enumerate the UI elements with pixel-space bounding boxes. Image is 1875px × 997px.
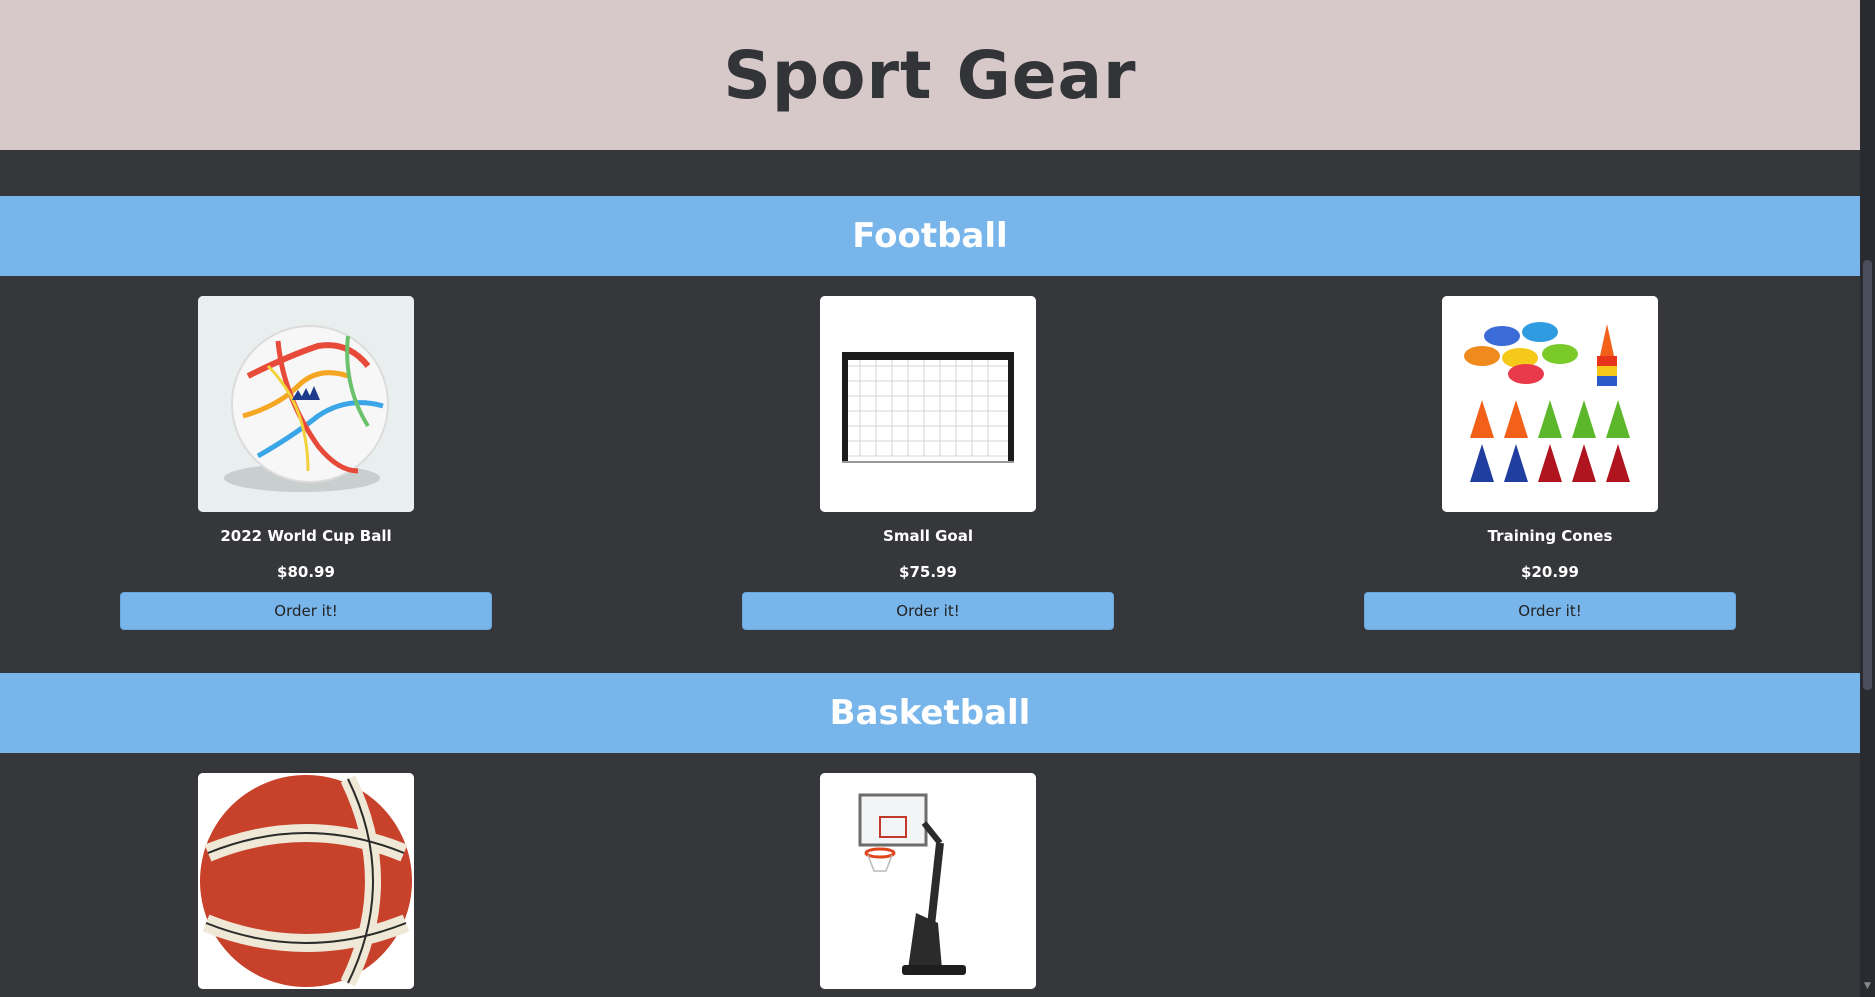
order-button[interactable]: Order it! (120, 592, 492, 630)
product-name: Training Cones (1487, 527, 1613, 545)
product-card: 2022 World Cup Ball $80.99 Order it! (120, 296, 492, 630)
scrollbar-thumb[interactable] (1863, 260, 1872, 690)
section-header-basketball: Basketball (0, 673, 1860, 753)
basketball-hoop-image (820, 773, 1036, 989)
site-title: Sport Gear (723, 36, 1137, 114)
section-title: Football (852, 216, 1008, 256)
basketball-image (198, 773, 414, 989)
page: Sport Gear Football 2022 World Cup Ball (0, 0, 1860, 997)
product-card: Training Cones $20.99 Order it! (1364, 296, 1736, 630)
product-name: 2022 World Cup Ball (220, 527, 392, 545)
cones-image (1442, 296, 1658, 512)
product-price: $20.99 (1521, 563, 1579, 581)
product-card: Small Goal $75.99 Order it! (742, 296, 1114, 630)
section-header-football: Football (0, 196, 1860, 276)
product-name: Small Goal (883, 527, 973, 545)
order-button[interactable]: Order it! (742, 592, 1114, 630)
product-price: $80.99 (277, 563, 335, 581)
section-title: Basketball (829, 693, 1031, 733)
product-card (742, 773, 1114, 989)
order-button[interactable]: Order it! (1364, 592, 1736, 630)
page-scrollbar[interactable]: ▼ (1860, 0, 1875, 997)
goal-image (820, 296, 1036, 512)
chevron-down-icon[interactable]: ▼ (1862, 980, 1873, 992)
site-header: Sport Gear (0, 0, 1860, 150)
soccer-ball-image (198, 296, 414, 512)
product-card (120, 773, 492, 989)
product-price: $75.99 (899, 563, 957, 581)
